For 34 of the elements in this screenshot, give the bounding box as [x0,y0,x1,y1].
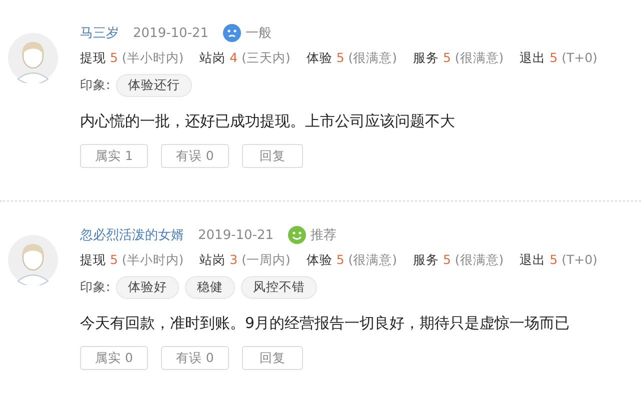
impression-tag: 稳健 [185,276,236,299]
error-button[interactable]: 有误 0 [160,346,229,370]
score-item: 站岗 4 (三天内) [200,50,290,67]
impression-label: 印象: [80,77,110,94]
score-item: 服务 5 (很满意) [413,50,504,67]
review-text: 内心慌的一批，还好已成功提现。上市公司应该问题不大 [80,112,456,131]
score-item: 体验 5 (很满意) [306,252,398,269]
avatar-icon [8,235,58,285]
avatar-icon [8,33,58,83]
face-icon [288,226,306,244]
review-date: 2019-10-21 [133,26,209,40]
impression-tag: 体验好 [116,276,180,299]
impression-tag: 风控不错 [241,276,318,299]
score-item: 退出 5 (T+0) [520,50,598,67]
reply-button[interactable]: 回复 [242,346,303,370]
impression-label: 印象: [80,279,110,296]
score-item: 提现 5 (半小时内) [80,252,184,269]
score-item: 退出 5 (T+0) [520,252,598,269]
user-name[interactable]: 马三岁 [80,24,119,42]
score-item: 体验 5 (很满意) [306,50,398,67]
error-button[interactable]: 有误 0 [160,144,229,168]
rating-label: 一般 [246,25,272,42]
impression-tag: 体验还行 [116,74,192,97]
score-item: 提现 5 (半小时内) [80,50,184,67]
reply-button[interactable]: 回复 [242,144,303,168]
review-text: 今天有回款，准时到账。9月的经营报告一切良好，期待只是虚惊一场而已 [80,314,571,333]
rating-label: 推荐 [310,227,337,244]
user-name[interactable]: 忽必烈活泼的女婿 [80,226,184,244]
score-item: 站岗 3 (一周内) [200,252,290,269]
agree-button[interactable]: 属实 1 [80,144,148,168]
face-icon [222,24,241,42]
review-date: 2019-10-21 [198,228,274,242]
agree-button[interactable]: 属实 0 [80,346,148,370]
score-item: 服务 5 (很满意) [413,252,504,269]
